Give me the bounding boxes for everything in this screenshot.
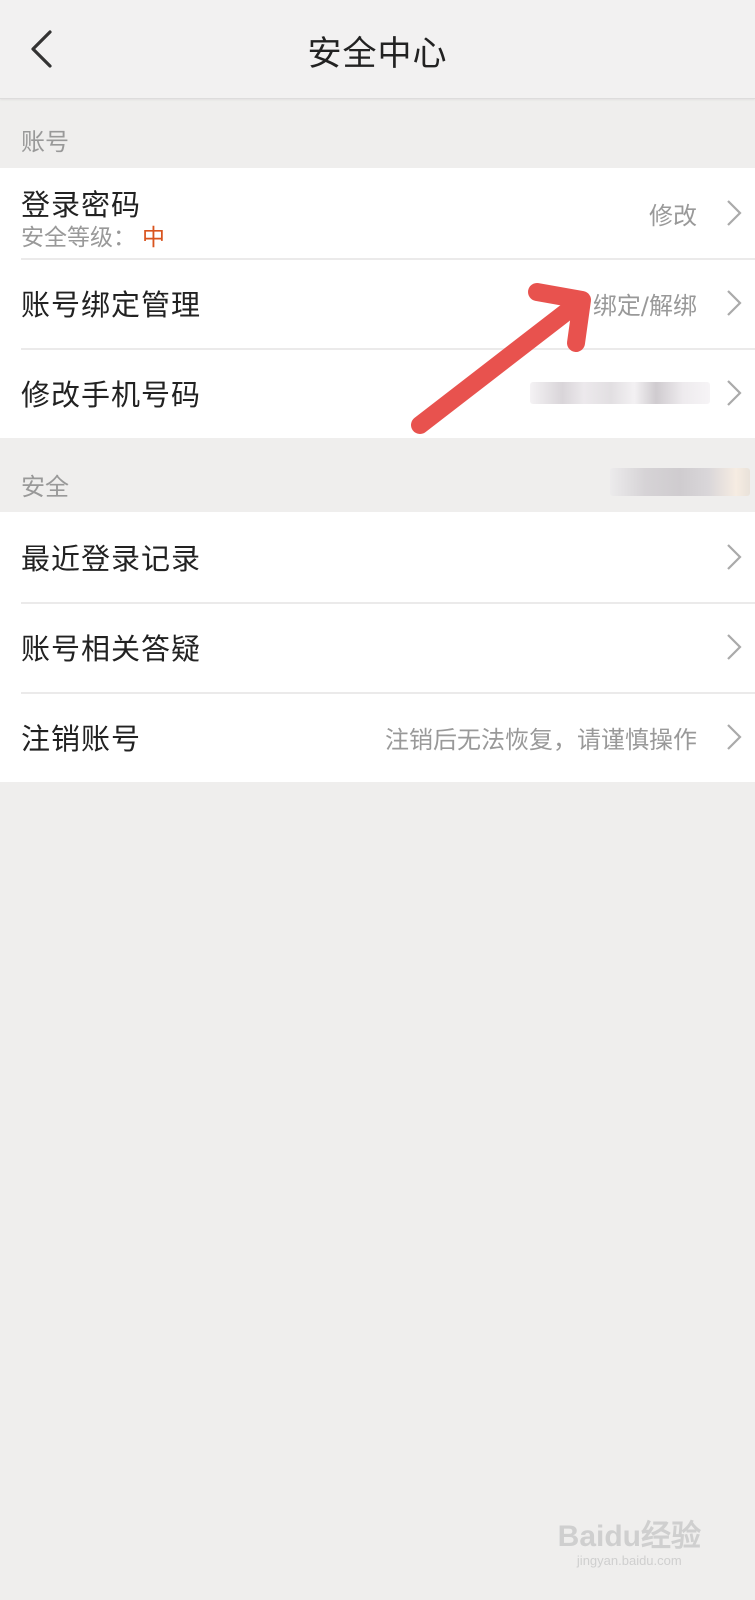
account-faq-label: 账号相关答疑 bbox=[21, 632, 202, 666]
security-group: 最近登录记录 账号相关答疑 注销账号 注销后无法恢复，请谨慎操作 bbox=[0, 512, 755, 782]
account-binding-label: 账号绑定管理 bbox=[21, 288, 202, 322]
page-title: 安全中心 bbox=[307, 34, 448, 74]
security-level: 安全等级：中 bbox=[21, 218, 165, 252]
chevron-right-icon bbox=[727, 290, 742, 316]
recent-login-row[interactable]: 最近登录记录 bbox=[0, 512, 755, 602]
account-binding-value: 绑定/解绑 bbox=[592, 291, 697, 320]
account-faq-row[interactable]: 账号相关答疑 bbox=[0, 602, 755, 692]
section-label-account: 账号 bbox=[21, 128, 69, 156]
chevron-right-icon bbox=[727, 544, 742, 570]
cancel-account-label: 注销账号 bbox=[21, 722, 142, 756]
watermark-logo: Baidu经验 bbox=[557, 1520, 701, 1553]
chevron-right-icon bbox=[727, 634, 742, 660]
cancel-account-row[interactable]: 注销账号 注销后无法恢复，请谨慎操作 bbox=[0, 692, 755, 782]
section-label-security: 安全 bbox=[21, 473, 69, 501]
change-phone-row[interactable]: 修改手机号码 bbox=[0, 348, 755, 438]
baidu-watermark: Baidu经验 jingyan.baidu.com bbox=[558, 1511, 701, 1568]
security-level-value: 中 bbox=[142, 225, 165, 251]
chevron-right-icon bbox=[727, 380, 742, 406]
cancel-account-hint: 注销后无法恢复，请谨慎操作 bbox=[385, 725, 697, 754]
modify-password-link[interactable]: 修改 bbox=[649, 196, 697, 231]
account-group: 登录密码 安全等级：中 修改 账号绑定管理 绑定/解绑 修改手机号码 bbox=[0, 168, 755, 438]
security-level-prefix: 安全等级： bbox=[21, 225, 136, 251]
recent-login-label: 最近登录记录 bbox=[21, 542, 202, 576]
redacted-blur bbox=[610, 468, 750, 496]
chevron-right-icon bbox=[727, 724, 742, 750]
change-phone-label: 修改手机号码 bbox=[21, 378, 202, 412]
account-binding-row[interactable]: 账号绑定管理 绑定/解绑 bbox=[0, 258, 755, 348]
nav-bar: 安全中心 bbox=[0, 0, 755, 99]
watermark-url: jingyan.baidu.com bbox=[576, 1553, 682, 1568]
chevron-right-icon bbox=[727, 200, 742, 226]
phone-number-redacted bbox=[530, 382, 710, 404]
login-password-row[interactable]: 登录密码 安全等级：中 修改 bbox=[0, 168, 755, 258]
